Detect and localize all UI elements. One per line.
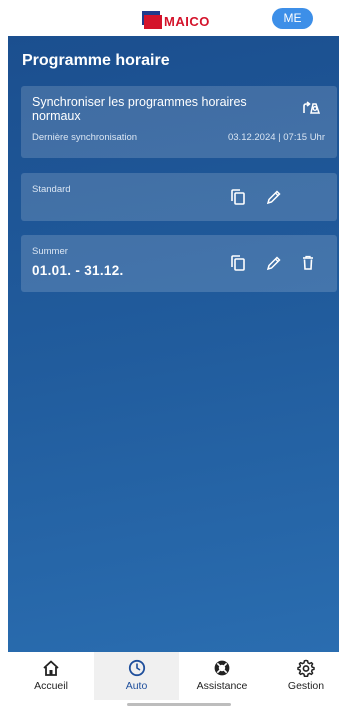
delete-icon[interactable]	[298, 253, 318, 273]
maico-logo: MAICO	[142, 7, 210, 29]
home-indicator[interactable]	[127, 703, 231, 706]
sync-schedule-icon[interactable]	[301, 100, 321, 118]
nav-label-accueil: Accueil	[34, 680, 68, 692]
nav-item-auto[interactable]: Auto	[94, 652, 179, 700]
copy-icon[interactable]	[228, 253, 248, 273]
last-sync-value: 03.12.2024 | 07:15 Uhr	[227, 132, 325, 143]
maico-logo-mark	[142, 11, 162, 29]
logo-text: MAICO	[164, 14, 210, 29]
sync-card[interactable]: Synchroniser les programmes horaires nor…	[21, 86, 337, 158]
copy-icon[interactable]	[228, 187, 248, 207]
nav-label-assistance: Assistance	[196, 680, 248, 692]
app-screen: MAICO ME Programme horaire Synchroniser …	[0, 0, 347, 708]
nav-item-gestion[interactable]: Gestion	[265, 652, 347, 700]
nav-label-auto: Auto	[125, 680, 148, 692]
bottom-navigation: Accueil Auto Assistance Gestion	[0, 652, 347, 700]
main-panel: Programme horaire Synchroniser les progr…	[8, 36, 339, 652]
home-icon	[42, 659, 60, 677]
program-date-range: 01.01. - 31.12.	[32, 263, 124, 278]
edit-icon[interactable]	[264, 253, 284, 273]
user-avatar[interactable]: ME	[272, 8, 313, 29]
page-title: Programme horaire	[22, 52, 170, 69]
edit-icon[interactable]	[264, 187, 284, 207]
program-label: Summer	[32, 246, 68, 257]
program-card-standard[interactable]: Standard	[21, 173, 337, 221]
gear-icon	[297, 659, 315, 677]
nav-label-gestion: Gestion	[287, 680, 325, 692]
sync-title: Synchroniser les programmes horaires nor…	[32, 95, 247, 123]
lifebuoy-icon	[213, 659, 231, 677]
program-label: Standard	[32, 184, 71, 195]
program-card-summer[interactable]: Summer 01.01. - 31.12.	[21, 235, 337, 292]
clock-icon	[128, 659, 146, 677]
last-sync-label: Dernière synchronisation	[32, 132, 138, 143]
nav-item-accueil[interactable]: Accueil	[8, 652, 94, 700]
nav-item-assistance[interactable]: Assistance	[179, 652, 265, 700]
top-bar: MAICO ME	[0, 0, 347, 36]
